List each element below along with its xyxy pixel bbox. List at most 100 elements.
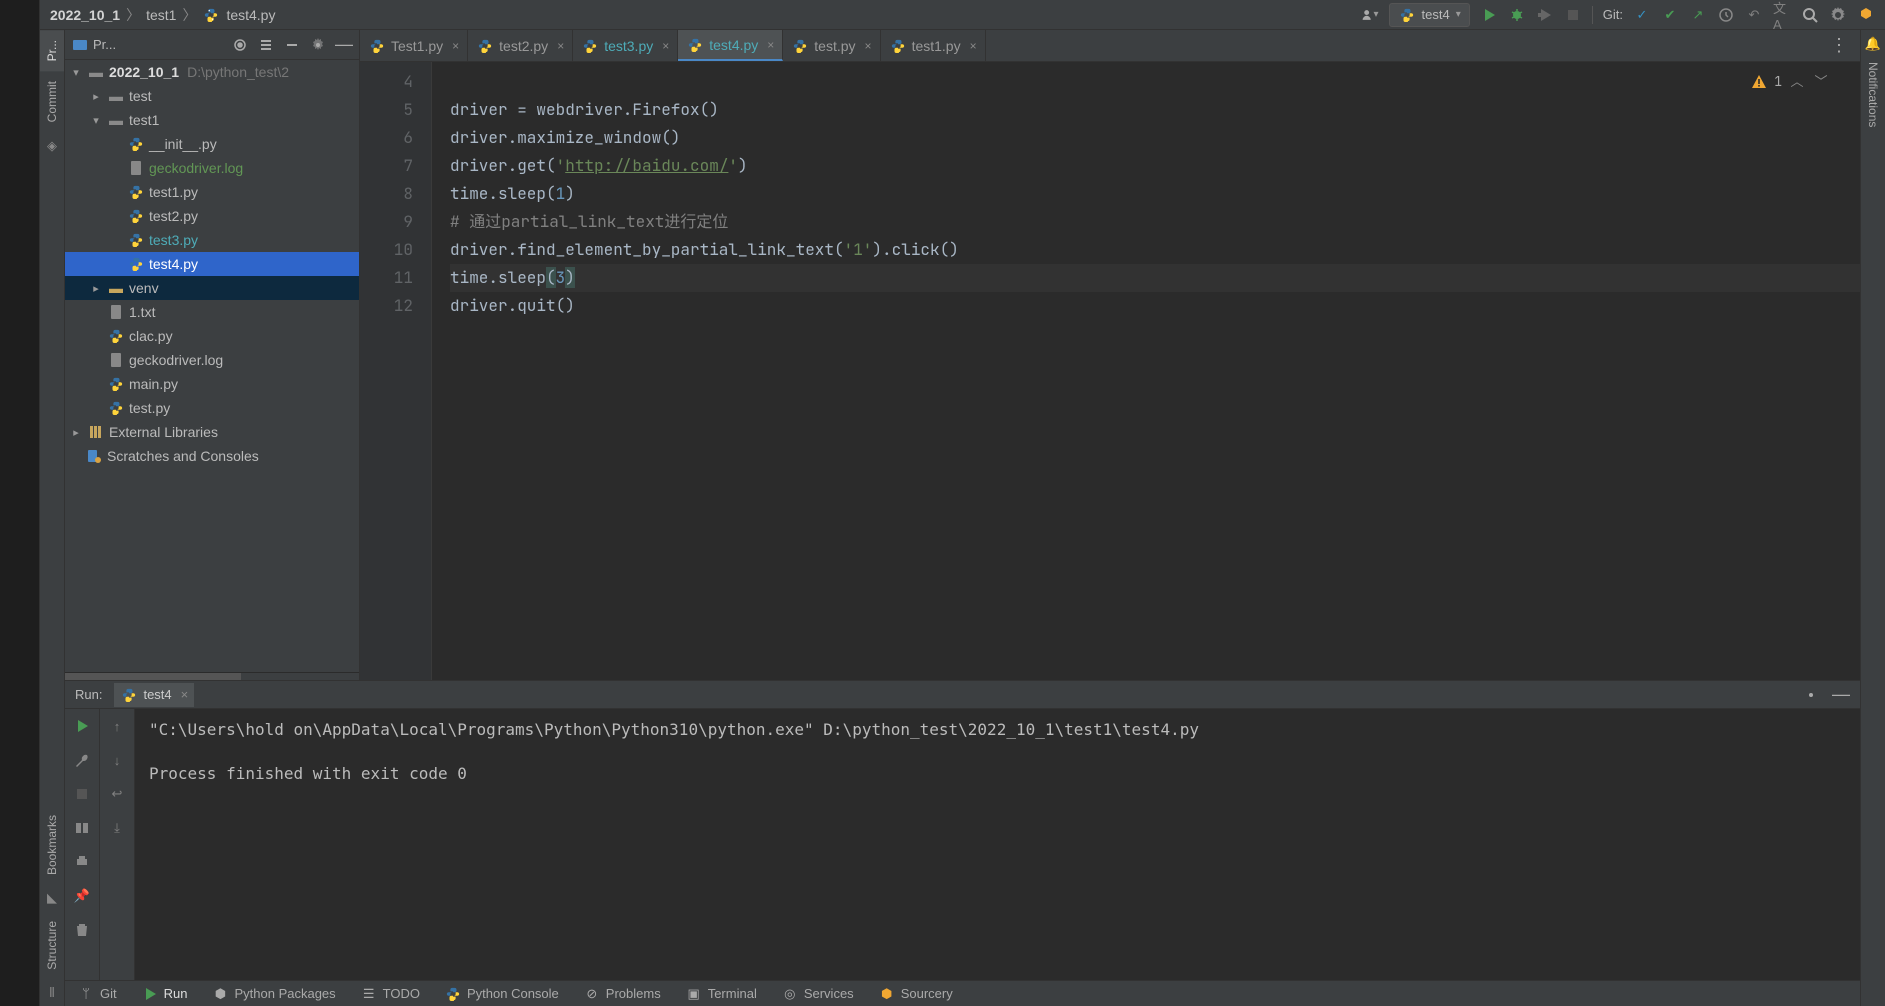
select-opened-file-icon[interactable] [231, 36, 249, 54]
close-icon[interactable]: × [865, 39, 872, 53]
close-icon[interactable]: × [767, 38, 774, 52]
run-config-selector[interactable]: test4 ▾ [1389, 3, 1470, 27]
code-line[interactable]: # 通过partial_link_text进行定位 [450, 208, 1860, 236]
editor-tab[interactable]: test.py× [783, 30, 880, 61]
up-icon[interactable]: ↑ [108, 717, 126, 735]
close-icon[interactable]: × [181, 687, 189, 702]
code-line[interactable]: driver = webdriver.Firefox() [450, 96, 1860, 124]
breadcrumb[interactable]: 2022_10_1 〉 test1 〉 test4.py [50, 5, 1355, 25]
tabs-more-icon[interactable]: ⋮ [1818, 35, 1860, 56]
editor-tab[interactable]: test2.py× [468, 30, 573, 61]
tree-file-test2[interactable]: test2.py [65, 204, 359, 228]
code-line[interactable]: time.sleep(1) [450, 180, 1860, 208]
tree-file-init[interactable]: __init__.py [65, 132, 359, 156]
code-line[interactable]: time.sleep(3) [450, 264, 1860, 292]
soft-wrap-icon[interactable]: ↩ [108, 785, 126, 803]
collapse-all-icon[interactable] [283, 36, 301, 54]
line-number[interactable]: 11 [360, 264, 413, 292]
bottom-services[interactable]: ◎Services [769, 985, 866, 1003]
line-number[interactable]: 9 [360, 208, 413, 236]
git-commit-icon[interactable]: ✔ [1661, 6, 1679, 24]
tool-project[interactable]: Pr... [40, 30, 64, 71]
editor-tab[interactable]: Test1.py× [360, 30, 468, 61]
tree-file-gecko2[interactable]: geckodriver.log [65, 348, 359, 372]
code-line[interactable]: driver.find_element_by_partial_link_text… [450, 236, 1860, 264]
editor-tab[interactable]: test4.py× [678, 30, 783, 61]
run-console[interactable]: "C:\Users\hold on\AppData\Local\Programs… [135, 709, 1860, 980]
code-line[interactable]: driver.maximize_window() [450, 124, 1860, 152]
git-history-icon[interactable] [1717, 6, 1735, 24]
git-push-icon[interactable]: ↗ [1689, 6, 1707, 24]
gutter[interactable]: 456789101112 [360, 62, 432, 680]
bottom-problems[interactable]: ⊘Problems [571, 985, 673, 1003]
tree-file-gecko1[interactable]: geckodriver.log [65, 156, 359, 180]
git-rollback-icon[interactable]: ↶ [1745, 6, 1763, 24]
tool-notifications[interactable]: Notifications [1863, 52, 1883, 137]
trash-icon[interactable] [73, 921, 91, 939]
project-tree[interactable]: ▾ ▬ 2022_10_1 D:\python_test\2 ▸ ▬ test … [65, 60, 359, 468]
tree-external-libs[interactable]: ▸ External Libraries [65, 420, 359, 444]
tool-bookmarks[interactable]: Bookmarks [40, 805, 64, 885]
tree-dir-test[interactable]: ▸ ▬ test [65, 84, 359, 108]
bottom-run[interactable]: Run [129, 985, 200, 1003]
line-number[interactable]: 7 [360, 152, 413, 180]
breadcrumb-file[interactable]: test4.py [226, 7, 275, 23]
search-icon[interactable] [1801, 6, 1819, 24]
bottom-console[interactable]: Python Console [432, 985, 571, 1003]
line-number[interactable]: 6 [360, 124, 413, 152]
settings-icon[interactable] [309, 36, 327, 54]
line-number[interactable]: 12 [360, 292, 413, 320]
bottom-terminal[interactable]: ▣Terminal [673, 985, 769, 1003]
code-line[interactable] [450, 68, 1860, 96]
tree-file-test4[interactable]: test4.py [65, 252, 359, 276]
hide-icon[interactable]: — [335, 36, 353, 54]
close-icon[interactable]: × [970, 39, 977, 53]
editor-tab[interactable]: test1.py× [881, 30, 986, 61]
tree-file-test1[interactable]: test1.py [65, 180, 359, 204]
line-number[interactable]: 4 [360, 68, 413, 96]
code-area[interactable]: driver = webdriver.Firefox()driver.maxim… [432, 62, 1860, 680]
line-number[interactable]: 10 [360, 236, 413, 264]
close-icon[interactable]: × [452, 39, 459, 53]
down-icon[interactable]: ↓ [108, 751, 126, 769]
scroll-end-icon[interactable]: ⤓ [108, 819, 126, 837]
code-line[interactable]: driver.get('http://baidu.com/') [450, 152, 1860, 180]
tree-dir-test1[interactable]: ▾ ▬ test1 [65, 108, 359, 132]
close-icon[interactable]: × [662, 39, 669, 53]
bottom-sourcery[interactable]: ⬢Sourcery [866, 985, 965, 1003]
tree-scratches[interactable]: Scratches and Consoles [65, 444, 359, 468]
debug-button[interactable] [1508, 6, 1526, 24]
hide-icon[interactable]: — [1832, 686, 1850, 704]
breadcrumb-folder[interactable]: test1 [146, 7, 176, 23]
tool-structure[interactable]: Structure [40, 911, 64, 980]
tree-file-txt[interactable]: 1.txt [65, 300, 359, 324]
editor-tab[interactable]: test3.py× [573, 30, 678, 61]
bottom-todo[interactable]: ☰TODO [348, 985, 432, 1003]
tree-file-testpy[interactable]: test.py [65, 396, 359, 420]
run-settings-icon[interactable] [1802, 686, 1820, 704]
translate-icon[interactable]: 文A [1773, 6, 1791, 24]
settings-icon[interactable] [1829, 6, 1847, 24]
tree-root[interactable]: ▾ ▬ 2022_10_1 D:\python_test\2 [65, 60, 359, 84]
pin-icon[interactable]: 📌 [73, 887, 91, 905]
git-update-icon[interactable]: ✓ [1633, 6, 1651, 24]
breadcrumb-root[interactable]: 2022_10_1 [50, 7, 120, 23]
tree-dir-venv[interactable]: ▸ ▬ venv [65, 276, 359, 300]
run-coverage-button[interactable] [1536, 6, 1554, 24]
tree-file-test3[interactable]: test3.py [65, 228, 359, 252]
run-tab[interactable]: test4 × [114, 683, 194, 707]
line-number[interactable]: 5 [360, 96, 413, 124]
close-icon[interactable]: × [557, 39, 564, 53]
bottom-pkg[interactable]: ⬢Python Packages [199, 985, 347, 1003]
run-button[interactable] [1480, 6, 1498, 24]
tree-file-main[interactable]: main.py [65, 372, 359, 396]
bottom-git[interactable]: ᛘGit [65, 985, 129, 1003]
editor-body[interactable]: 1 ︿ ﹀ 456789101112 driver = webdriver.Fi… [360, 62, 1860, 680]
rerun-button[interactable] [73, 717, 91, 735]
layout-icon[interactable] [73, 819, 91, 837]
line-number[interactable]: 8 [360, 180, 413, 208]
bell-icon[interactable]: 🔔 [1865, 30, 1881, 52]
print-icon[interactable] [73, 853, 91, 871]
project-h-scrollbar[interactable] [65, 672, 359, 680]
tool-commit[interactable]: Commit [40, 71, 64, 132]
